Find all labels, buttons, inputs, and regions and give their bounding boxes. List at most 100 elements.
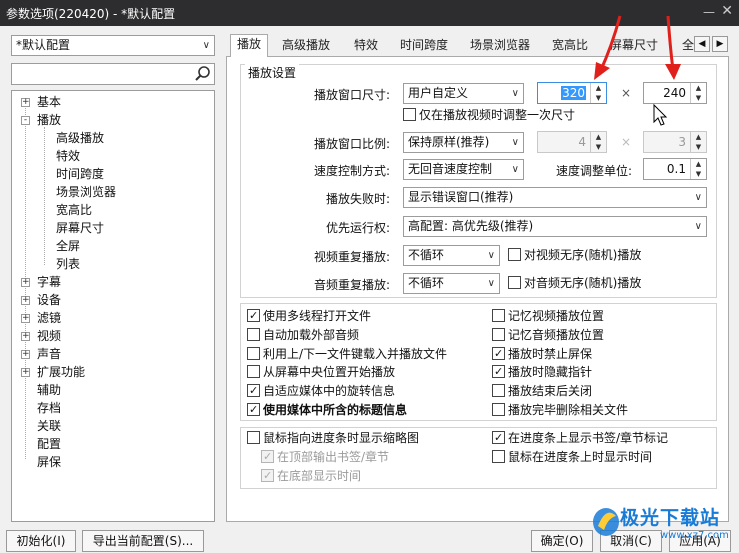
expand-icon[interactable]: + <box>21 350 30 359</box>
tree-item[interactable]: + 声音 <box>12 345 214 363</box>
ok-button[interactable]: 确定(O) <box>531 530 593 552</box>
audio-shuffle-checkbox[interactable]: 对音频无序(随机)播放 <box>508 276 641 292</box>
only-adjust-once-checkbox[interactable]: 仅在播放视频时调整一次尺寸 <box>403 108 575 124</box>
option-checkbox[interactable]: 利用上/下一文件键载入并播放文件 <box>247 346 448 363</box>
spin-up-icon[interactable]: ▲ <box>691 83 706 93</box>
tab-screen-size[interactable]: 屏幕尺寸 <box>604 36 664 56</box>
spin-down-icon[interactable]: ▼ <box>691 93 706 103</box>
spin-down-icon[interactable]: ▼ <box>691 169 706 179</box>
play-fail-select[interactable]: 显示错误窗口(推荐) ∨ <box>403 187 707 208</box>
pin-icon[interactable]: — <box>703 5 715 19</box>
window-ratio-select[interactable]: 保持原样(推荐) ∨ <box>403 132 524 153</box>
profile-select[interactable]: *默认配置 ∨ <box>11 35 215 56</box>
init-button[interactable]: 初始化(I) <box>6 530 76 552</box>
tree-item[interactable]: + 字幕 <box>12 273 214 291</box>
collapse-icon[interactable]: - <box>21 116 30 125</box>
tab-playback[interactable]: 播放 <box>230 34 269 57</box>
export-config-button[interactable]: 导出当前配置(S)... <box>82 530 204 552</box>
spin-down-icon: ▼ <box>595 143 602 151</box>
checkbox-label: 自动加载外部音频 <box>263 327 360 342</box>
tree-item[interactable]: + 基本 <box>12 93 214 111</box>
priority-select-value: 高配置: 高优先级(推荐) <box>408 219 534 233</box>
play-fail-label: 播放失败时: <box>325 192 390 206</box>
tree-item[interactable]: 宽高比 <box>12 201 214 219</box>
checkbox-box <box>247 327 260 341</box>
spin-up-icon[interactable]: ▲ <box>591 83 606 93</box>
tree-item[interactable]: 关联 <box>12 417 214 435</box>
tab-advanced-playback[interactable]: 高级播放 <box>276 36 336 56</box>
window-size-select[interactable]: 用户自定义 ∨ <box>403 83 524 104</box>
tab-scroll-left-icon[interactable]: ◀ <box>694 36 710 52</box>
window-width-value: 320 <box>561 86 586 100</box>
tree-item[interactable]: 配置 <box>12 435 214 453</box>
option-checkbox[interactable]: 播放完毕删除相关文件 <box>492 403 628 419</box>
tab-aspect-ratio[interactable]: 宽高比 <box>546 36 594 56</box>
tree-item-label: 基本 <box>37 95 62 109</box>
show-time-checkbox[interactable]: 鼠标在进度条上时显示时间 <box>492 450 652 466</box>
spin-up-icon[interactable]: ▲ <box>691 159 706 169</box>
option-checkbox[interactable]: 使用多线程打开文件 <box>247 309 371 325</box>
checkbox-label: 利用上/下一文件键载入并播放文件 <box>263 346 448 361</box>
video-repeat-select[interactable]: 不循环 ∨ <box>403 245 500 266</box>
option-checkbox[interactable]: 播放结束后关闭 <box>492 384 592 400</box>
audio-repeat-select[interactable]: 不循环 ∨ <box>403 273 500 294</box>
tree-item[interactable]: 列表 <box>12 255 214 273</box>
expand-icon[interactable]: + <box>21 314 30 323</box>
option-checkbox[interactable]: 播放时隐藏指针 <box>492 365 592 381</box>
tab-time-span[interactable]: 时间跨度 <box>394 36 454 56</box>
tree-item[interactable]: 高级播放 <box>12 129 214 147</box>
tree-item[interactable]: + 设备 <box>12 291 214 309</box>
checkbox-box <box>492 450 505 463</box>
tree-item[interactable]: - 播放 <box>12 111 214 129</box>
tree-item[interactable]: 时间跨度 <box>12 165 214 183</box>
tab-scene-browser[interactable]: 场景浏览器 <box>464 36 536 56</box>
tree-item[interactable]: 屏幕尺寸 <box>12 219 214 237</box>
search-icon[interactable] <box>194 65 212 83</box>
checkbox-label: 从屏幕中央位置开始播放 <box>263 365 396 380</box>
thumbnail-checkbox[interactable]: 鼠标指向进度条时显示缩略图 <box>247 431 419 447</box>
window-height-input[interactable]: 240 ▲ ▼ <box>643 82 707 104</box>
option-checkbox[interactable]: 从屏幕中央位置开始播放 <box>247 365 395 381</box>
checkbox-box <box>492 327 505 341</box>
expand-icon[interactable]: + <box>21 296 30 305</box>
tree-item[interactable]: 辅助 <box>12 381 214 399</box>
tree-item[interactable]: 全屏 <box>12 237 214 255</box>
option-checkbox[interactable]: 播放时禁止屏保 <box>492 346 592 363</box>
window-width-input[interactable]: 320 ▲ ▼ <box>537 82 607 104</box>
tree-item[interactable]: + 视频 <box>12 327 214 345</box>
tree-item[interactable]: + 滤镜 <box>12 309 214 327</box>
search-input[interactable] <box>11 63 215 85</box>
checkbox-box <box>247 309 260 322</box>
settings-tree[interactable]: + 基本 - 播放 高级播放 特效 时间跨度 场景浏览器 宽高比 屏幕尺寸 全屏 列表 + 字幕 + 设备 + 滤… <box>11 90 215 522</box>
tree-item-label: 播放 <box>37 113 62 127</box>
expand-icon[interactable]: + <box>21 368 30 377</box>
video-shuffle-checkbox[interactable]: 对视频无序(随机)播放 <box>508 248 641 264</box>
watermark-text: 极光下载站 <box>620 507 721 529</box>
checkbox-box <box>492 346 505 360</box>
chevron-down-icon: ∨ <box>511 164 519 175</box>
expand-icon[interactable]: + <box>21 332 30 341</box>
option-checkbox[interactable]: 自动加载外部音频 <box>247 327 360 344</box>
option-checkbox[interactable]: 记忆音频播放位置 <box>492 327 604 344</box>
tree-item[interactable]: 特效 <box>12 147 214 165</box>
speed-control-select[interactable]: 无回音速度控制 ∨ <box>403 159 524 180</box>
speed-unit-input[interactable]: 0.1 ▲ ▼ <box>643 158 707 180</box>
priority-select[interactable]: 高配置: 高优先级(推荐) ∨ <box>403 216 707 237</box>
option-checkbox[interactable]: 使用媒体中所含的标题信息 <box>247 403 407 419</box>
show-bookmarks-checkbox[interactable]: 在进度条上显示书签/章节标记 <box>492 431 668 447</box>
tree-item[interactable]: 屏保 <box>12 453 214 471</box>
checkbox-label: 仅在播放视频时调整一次尺寸 <box>419 108 576 122</box>
close-icon[interactable]: ✕ <box>721 3 733 19</box>
watermark-url: www.xz7.com <box>660 530 729 541</box>
expand-icon[interactable]: + <box>21 278 30 287</box>
option-checkbox[interactable]: 记忆视频播放位置 <box>492 309 604 325</box>
tree-item[interactable]: + 扩展功能 <box>12 363 214 381</box>
speed-control-label: 速度控制方式: <box>313 164 390 178</box>
spin-down-icon[interactable]: ▼ <box>591 93 606 103</box>
tree-item[interactable]: 场景浏览器 <box>12 183 214 201</box>
option-checkbox[interactable]: 自适应媒体中的旋转信息 <box>247 384 395 400</box>
tab-scroll-right-icon[interactable]: ▶ <box>712 36 728 52</box>
tab-effects[interactable]: 特效 <box>348 36 384 56</box>
tree-item[interactable]: 存档 <box>12 399 214 417</box>
expand-icon[interactable]: + <box>21 98 30 107</box>
